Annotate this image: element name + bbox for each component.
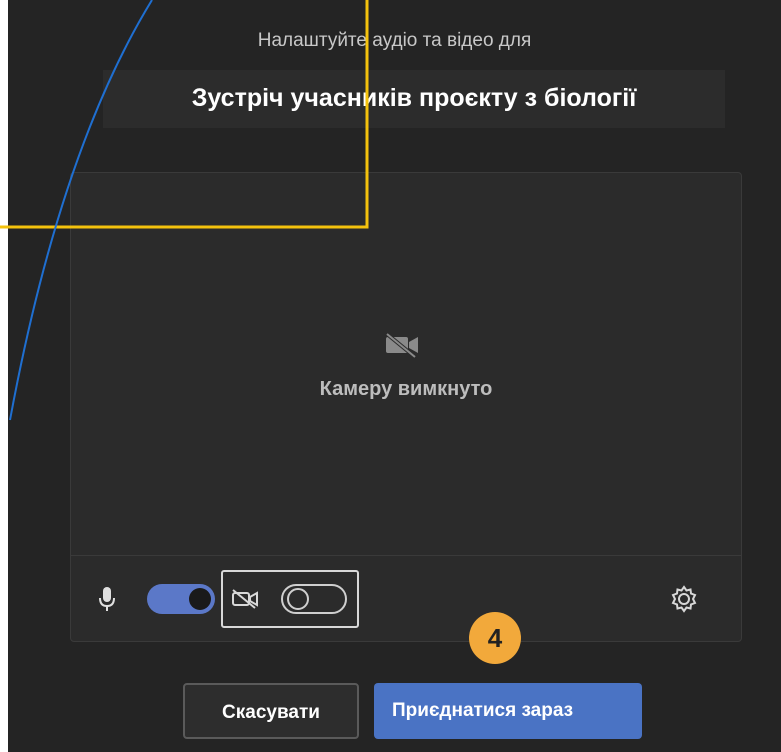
video-preview: Камеру вимкнуто: [70, 172, 742, 642]
meeting-title-box: Зустріч учасників проєкту з біології: [103, 70, 725, 128]
device-controls-bar: [71, 555, 741, 641]
microphone-toggle-knob: [189, 588, 211, 610]
step-number-badge: 4: [469, 612, 521, 664]
join-dialog: Налаштуйте аудіо та відео для Зустріч уч…: [8, 0, 781, 752]
settings-gear-icon[interactable]: [669, 584, 699, 614]
cancel-button[interactable]: Скасувати: [183, 683, 359, 739]
dialog-subtitle: Налаштуйте аудіо та відео для: [257, 30, 532, 51]
camera-toggle[interactable]: [281, 584, 347, 614]
microphone-toggle[interactable]: [147, 584, 215, 614]
join-now-button[interactable]: Приєднатися зараз: [374, 683, 642, 739]
camera-off-label: Камеру вимкнуто: [319, 378, 493, 400]
microphone-icon: [99, 587, 115, 611]
camera-off-small-icon: [232, 589, 258, 609]
camera-control-highlight: [221, 570, 359, 628]
meeting-title: Зустріч учасників проєкту з біології: [191, 84, 637, 112]
camera-toggle-knob: [287, 588, 309, 610]
camera-off-icon: [385, 332, 418, 359]
